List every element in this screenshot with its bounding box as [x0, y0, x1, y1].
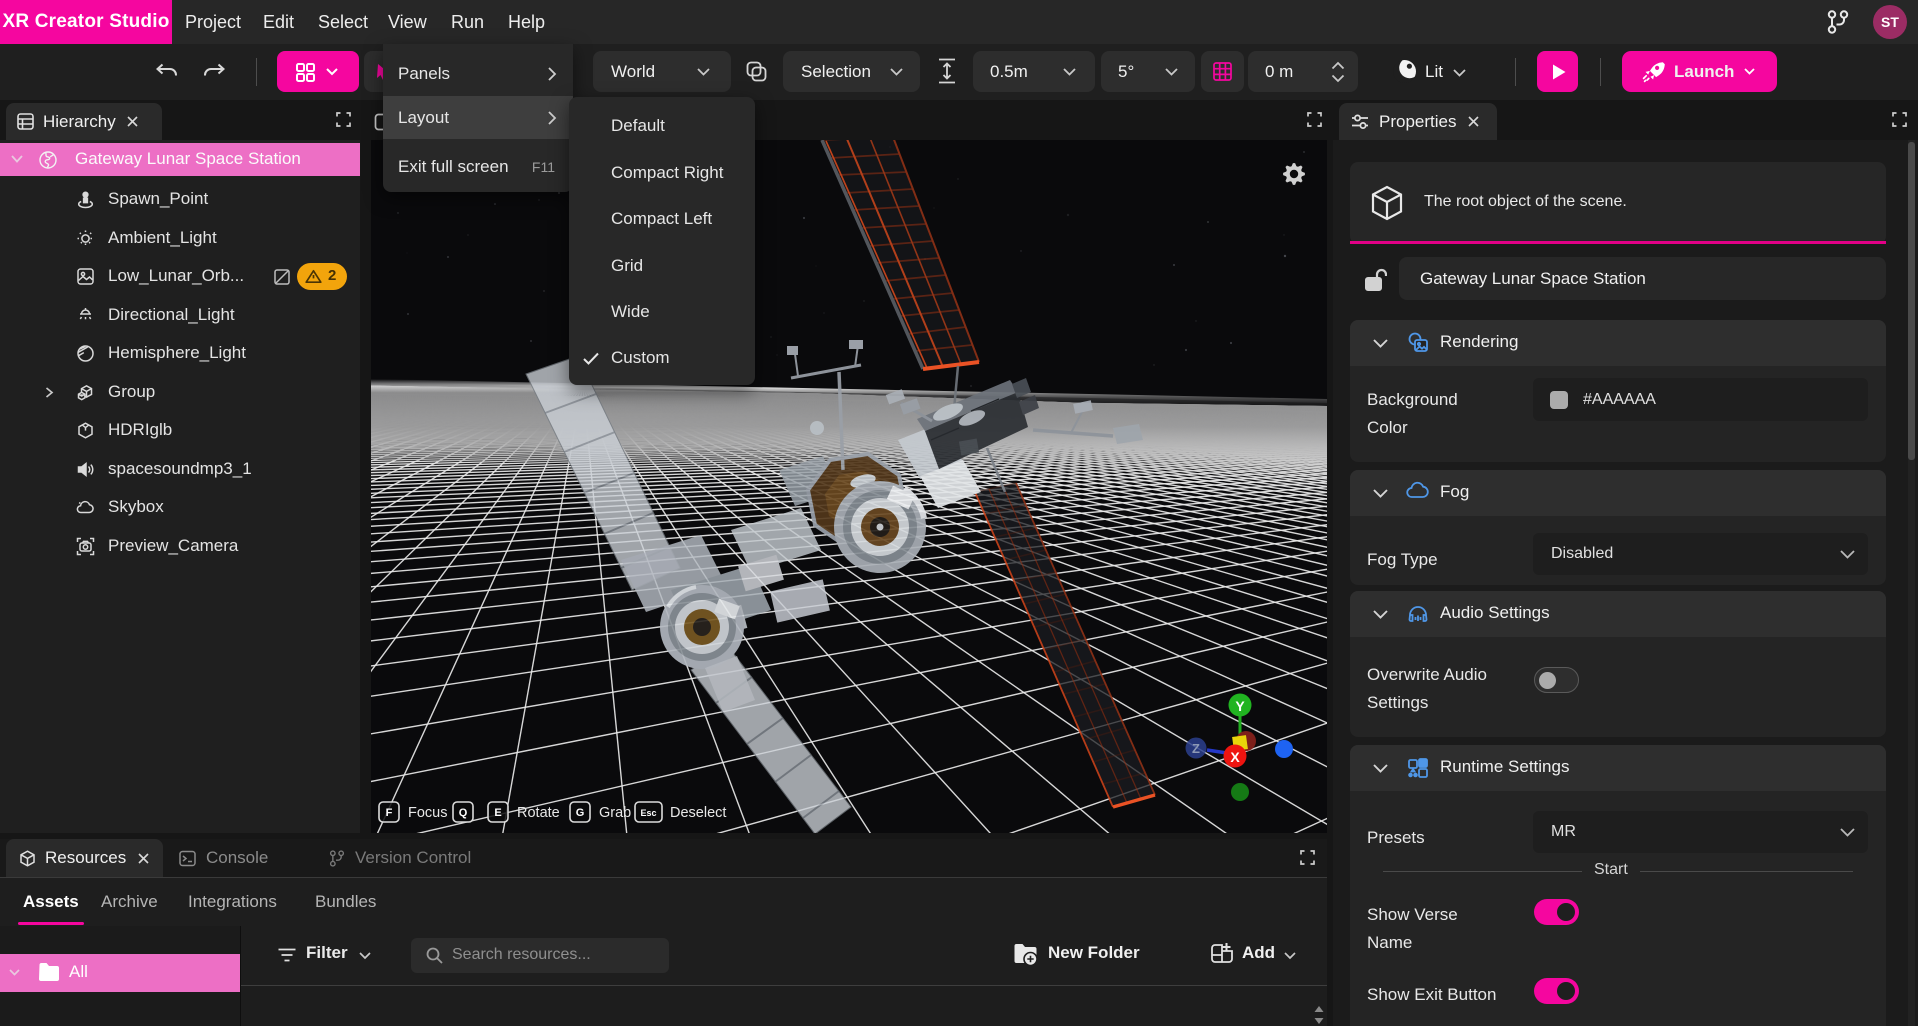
svg-text:Esc: Esc: [640, 808, 656, 818]
svg-text:F: F: [386, 807, 393, 819]
svg-text:G: G: [576, 807, 585, 819]
svg-text:Rotate: Rotate: [517, 805, 560, 821]
svg-text:X: X: [1230, 749, 1240, 765]
svg-text:Z: Z: [1192, 741, 1200, 756]
svg-text:Q: Q: [459, 807, 468, 819]
svg-text:Y: Y: [1235, 698, 1245, 714]
svg-text:Deselect: Deselect: [670, 805, 726, 821]
svg-text:Grab: Grab: [599, 805, 631, 821]
svg-text:E: E: [494, 807, 501, 819]
svg-text:Focus: Focus: [408, 805, 448, 821]
